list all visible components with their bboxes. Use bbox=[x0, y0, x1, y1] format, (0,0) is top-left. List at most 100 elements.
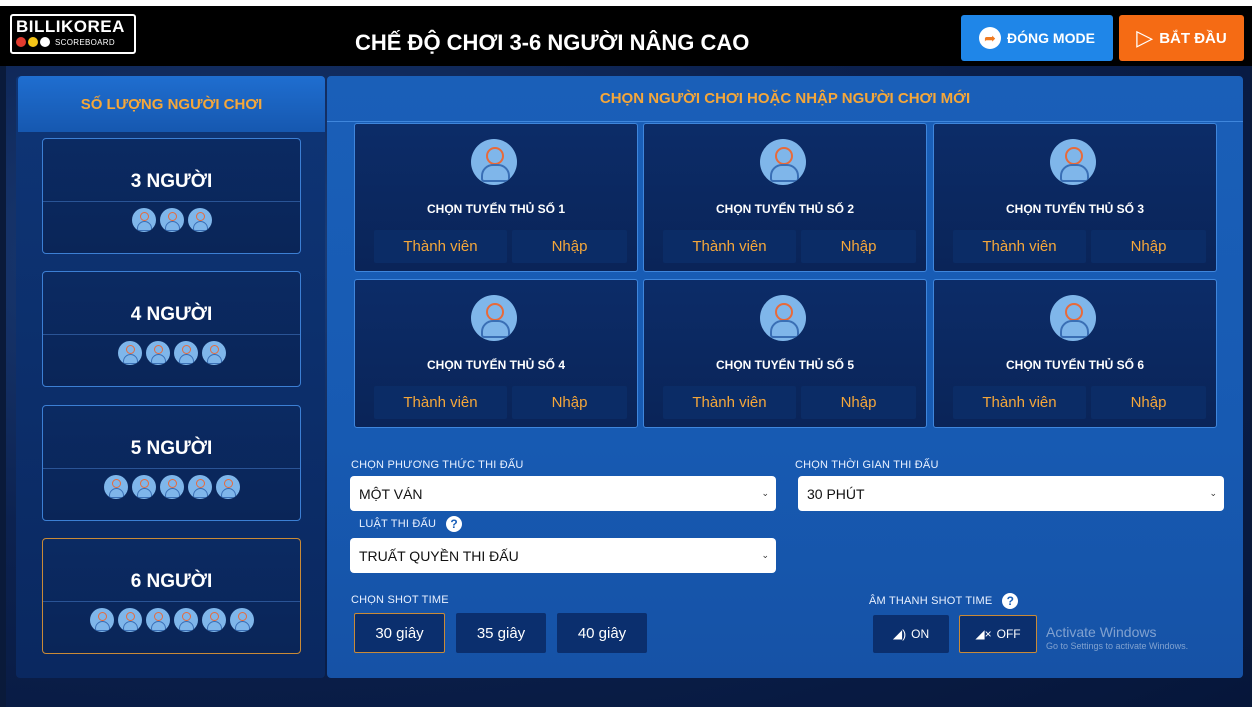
player-avatar-icon bbox=[131, 475, 156, 499]
member-button[interactable]: Thành viên bbox=[953, 230, 1086, 263]
input-button[interactable]: Nhập bbox=[512, 386, 627, 419]
player-avatar-icon bbox=[1050, 295, 1096, 341]
member-button[interactable]: Thành viên bbox=[663, 230, 796, 263]
player-avatar-icon bbox=[760, 295, 806, 341]
member-button[interactable]: Thành viên bbox=[374, 230, 507, 263]
player-avatar-icon bbox=[131, 208, 156, 232]
player-avatar-icon bbox=[103, 475, 128, 499]
white-ball-icon bbox=[40, 37, 50, 47]
match-method-label: CHỌN PHƯƠNG THỨC THI ĐẤU bbox=[351, 459, 524, 471]
player-slot-label: CHỌN TUYỂN THỦ SỐ 2 bbox=[715, 202, 854, 216]
player-select-heading: CHỌN NGƯỜI CHƠI HOẶC NHẬP NGƯỜI CHƠI MỚI bbox=[327, 76, 1243, 122]
speaker-off-icon: ◢× bbox=[975, 627, 992, 641]
player-avatar-icon bbox=[201, 341, 226, 365]
input-button[interactable]: Nhập bbox=[1091, 386, 1206, 419]
start-button[interactable]: ▷ BẮT ĐẦU bbox=[1119, 15, 1244, 61]
match-time-value: 30 PHÚT bbox=[807, 485, 865, 502]
player-avatar-icon bbox=[89, 608, 114, 632]
page-title: CHẾ ĐỘ CHƠI 3-6 NGƯỜI NÂNG CAO bbox=[355, 30, 750, 55]
logo-text: BILLIKOREA bbox=[16, 17, 125, 36]
shot-time-30-button[interactable]: 30 giây bbox=[354, 613, 445, 653]
sound-off-label: OFF bbox=[996, 627, 1021, 641]
sound-on-label: ON bbox=[911, 627, 930, 641]
player-count-option-4[interactable]: 4 NGƯỜI bbox=[42, 271, 301, 387]
player-slot-1: CHỌN TUYỂN THỦ SỐ 1 Thành viên Nhập bbox=[354, 123, 638, 272]
match-method-value: MỘT VÁN bbox=[359, 485, 423, 502]
player-avatar-icon bbox=[229, 608, 254, 632]
back-arrow-icon: ➦ bbox=[979, 27, 1002, 49]
watermark-line2: Go to Settings to activate Windows. bbox=[1046, 641, 1189, 651]
player-slot-label: CHỌN TUYỂN THỦ SỐ 5 bbox=[715, 358, 854, 372]
player-count-option-3[interactable]: 3 NGƯỜI bbox=[42, 138, 301, 254]
play-icon: ▷ bbox=[1136, 25, 1154, 50]
watermark-line1: Activate Windows bbox=[1046, 624, 1157, 640]
speaker-on-icon: ◢) bbox=[892, 627, 907, 641]
member-button[interactable]: Thành viên bbox=[374, 386, 507, 419]
chevron-down-icon: ⌄ bbox=[761, 550, 769, 560]
player-slot-6: CHỌN TUYỂN THỦ SỐ 6 Thành viên Nhập bbox=[933, 279, 1217, 428]
player-slot-5: CHỌN TUYỂN THỦ SỐ 5 Thành viên Nhập bbox=[643, 279, 927, 428]
close-mode-label: ĐÓNG MODE bbox=[1007, 30, 1095, 46]
player-count-heading: SỐ LƯỢNG NGƯỜI CHƠI bbox=[18, 76, 325, 132]
help-icon[interactable]: ? bbox=[1002, 593, 1019, 609]
match-time-label: CHỌN THỜI GIAN THI ĐẤU bbox=[795, 459, 939, 471]
player-avatar-icon bbox=[159, 208, 184, 232]
chevron-down-icon: ⌄ bbox=[1209, 488, 1217, 498]
player-count-option-5[interactable]: 5 NGƯỜI bbox=[42, 405, 301, 521]
sound-on-button[interactable]: ◢) ON bbox=[873, 615, 949, 653]
player-avatar-icon bbox=[471, 295, 517, 341]
yellow-ball-icon bbox=[28, 37, 38, 47]
player-avatar-icon bbox=[1050, 139, 1096, 185]
start-label: BẮT ĐẦU bbox=[1159, 29, 1227, 47]
player-slot-label: CHỌN TUYỂN THỦ SỐ 3 bbox=[1005, 202, 1144, 216]
player-slot-2: CHỌN TUYỂN THỦ SỐ 2 Thành viên Nhập bbox=[643, 123, 927, 272]
player-count-option-6[interactable]: 6 NGƯỜI bbox=[42, 538, 301, 654]
player-avatar-icon bbox=[159, 475, 184, 499]
player-count-label: 3 NGƯỜI bbox=[130, 171, 213, 192]
sound-label: ÂM THANH SHOT TIME bbox=[869, 594, 993, 607]
player-slot-4: CHỌN TUYỂN THỦ SỐ 4 Thành viên Nhập bbox=[354, 279, 638, 428]
player-slot-label: CHỌN TUYỂN THỦ SỐ 1 bbox=[426, 202, 565, 216]
rule-select[interactable]: TRUẤT QUYỀN THI ĐẤU ⌄ bbox=[350, 538, 776, 573]
player-count-label: 5 NGƯỜI bbox=[130, 438, 213, 459]
player-avatar-icon bbox=[173, 608, 198, 632]
input-button[interactable]: Nhập bbox=[512, 230, 627, 263]
player-slot-label: CHỌN TUYỂN THỦ SỐ 4 bbox=[426, 358, 565, 372]
player-slot-3: CHỌN TUYỂN THỦ SỐ 3 Thành viên Nhập bbox=[933, 123, 1217, 272]
input-button[interactable]: Nhập bbox=[801, 386, 916, 419]
match-time-select[interactable]: 30 PHÚT ⌄ bbox=[798, 476, 1224, 511]
sound-off-button[interactable]: ◢× OFF bbox=[959, 615, 1037, 653]
player-avatar-icon bbox=[201, 608, 226, 632]
player-avatar-icon bbox=[760, 139, 806, 185]
player-avatar-icon bbox=[145, 341, 170, 365]
player-avatar-icon bbox=[117, 341, 142, 365]
shot-time-40-button[interactable]: 40 giây bbox=[557, 613, 647, 653]
sound-label-row: ÂM THANH SHOT TIME? bbox=[869, 593, 1019, 609]
player-count-label: 4 NGƯỜI bbox=[130, 304, 213, 325]
player-count-label: 6 NGƯỜI bbox=[130, 571, 213, 592]
player-avatar-icon bbox=[145, 608, 170, 632]
player-avatar-icon bbox=[187, 475, 212, 499]
player-slot-label: CHỌN TUYỂN THỦ SỐ 6 bbox=[1005, 358, 1144, 372]
shot-time-35-button[interactable]: 35 giây bbox=[456, 613, 546, 653]
rule-value: TRUẤT QUYỀN THI ĐẤU bbox=[359, 547, 519, 564]
player-avatar-icon bbox=[173, 341, 198, 365]
activate-windows-watermark: Activate Windows Go to Settings to activ… bbox=[1046, 624, 1188, 651]
member-button[interactable]: Thành viên bbox=[953, 386, 1086, 419]
player-avatar-icon bbox=[117, 608, 142, 632]
match-method-select[interactable]: MỘT VÁN ⌄ bbox=[350, 476, 776, 511]
logo-subtitle: SCOREBOARD bbox=[55, 37, 115, 47]
shot-time-label: CHỌN SHOT TIME bbox=[351, 594, 449, 606]
player-avatar-icon bbox=[187, 208, 212, 232]
help-icon[interactable]: ? bbox=[446, 516, 463, 532]
member-button[interactable]: Thành viên bbox=[663, 386, 796, 419]
input-button[interactable]: Nhập bbox=[1091, 230, 1206, 263]
red-ball-icon bbox=[16, 37, 26, 47]
rule-label-row: LUẬT THI ĐẤU? bbox=[359, 516, 463, 532]
input-button[interactable]: Nhập bbox=[801, 230, 916, 263]
player-avatar-icon bbox=[215, 475, 240, 499]
rule-label: LUẬT THI ĐẤU bbox=[359, 517, 437, 530]
logo: BILLIKOREA SCOREBOARD bbox=[10, 14, 136, 54]
close-mode-button[interactable]: ➦ ĐÓNG MODE bbox=[961, 15, 1113, 61]
chevron-down-icon: ⌄ bbox=[761, 488, 769, 498]
